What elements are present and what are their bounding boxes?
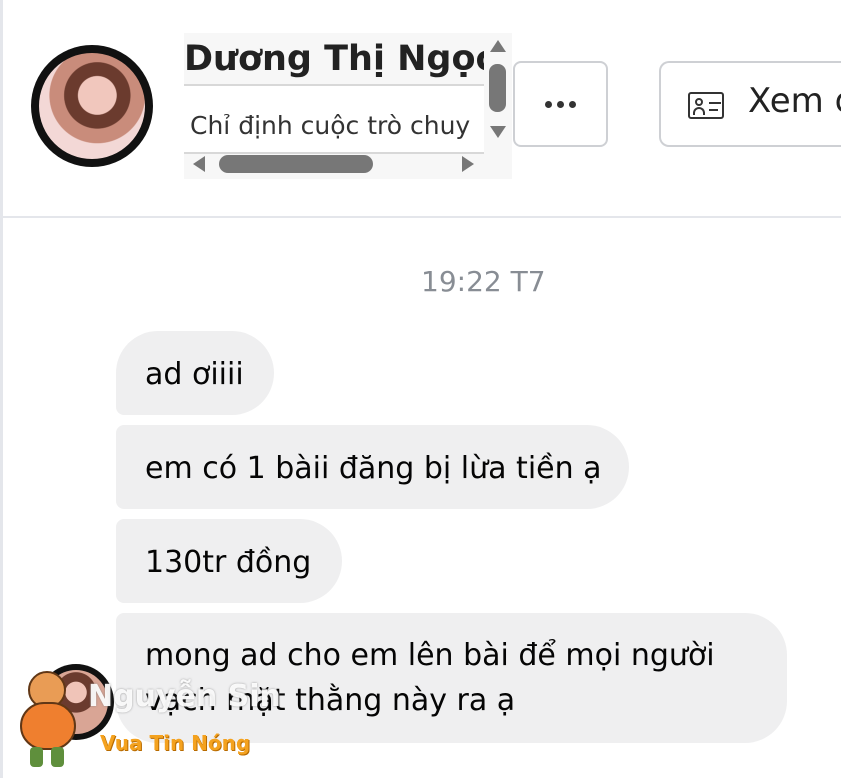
more-options-button[interactable] — [513, 61, 608, 147]
conversation-subtitle: Chỉ định cuộc trò chuy — [190, 111, 471, 140]
scroll-up-arrow-icon[interactable] — [490, 40, 506, 52]
scroll-down-arrow-icon[interactable] — [490, 126, 506, 138]
message-bubble[interactable]: em có 1 bàii đăng bị lừa tiền ạ — [116, 425, 629, 509]
mascot-body-icon — [20, 702, 76, 750]
scroll-right-arrow-icon[interactable] — [462, 156, 474, 172]
more-dot — [557, 100, 564, 108]
watermark-tagline: Vua Tin Nóng — [100, 731, 251, 755]
id-card-person-head — [695, 98, 703, 106]
header-divider — [3, 216, 841, 218]
more-dot — [569, 100, 576, 108]
horizontal-scrollbar-thumb[interactable] — [219, 155, 373, 173]
id-card-line — [709, 109, 718, 111]
id-card-icon — [688, 92, 724, 119]
watermark-logo: Nguyễn Sin Vua Tin Nóng — [12, 671, 281, 771]
mascot-leg-icon — [30, 747, 43, 767]
vertical-scrollbar-thumb[interactable] — [489, 64, 506, 112]
message-timestamp: 19:22 T7 — [421, 265, 546, 298]
conversation-subtitle-field[interactable]: Chỉ định cuộc trò chuy — [184, 84, 484, 154]
view-profile-label: Xem d — [748, 81, 841, 121]
more-horizontal-icon — [545, 100, 576, 108]
watermark-name: Nguyễn Sin — [88, 679, 281, 714]
conversation-header: Dương Thị Ngọc Chỉ định cuộc trò chuy Xe… — [0, 0, 841, 217]
id-card-person-body — [693, 107, 705, 115]
message-bubble[interactable]: 130tr đồng — [116, 519, 342, 603]
contact-name[interactable]: Dương Thị Ngọc — [184, 34, 484, 84]
more-dot — [545, 100, 552, 108]
view-profile-button[interactable]: Xem d — [659, 61, 841, 147]
message-bubble[interactable]: ad ơiiii — [116, 331, 274, 415]
contact-avatar[interactable] — [31, 45, 153, 167]
contact-avatar-image — [39, 53, 145, 159]
mascot-leg-icon — [51, 747, 64, 767]
id-card-line — [709, 102, 721, 104]
scroll-left-arrow-icon[interactable] — [193, 156, 205, 172]
